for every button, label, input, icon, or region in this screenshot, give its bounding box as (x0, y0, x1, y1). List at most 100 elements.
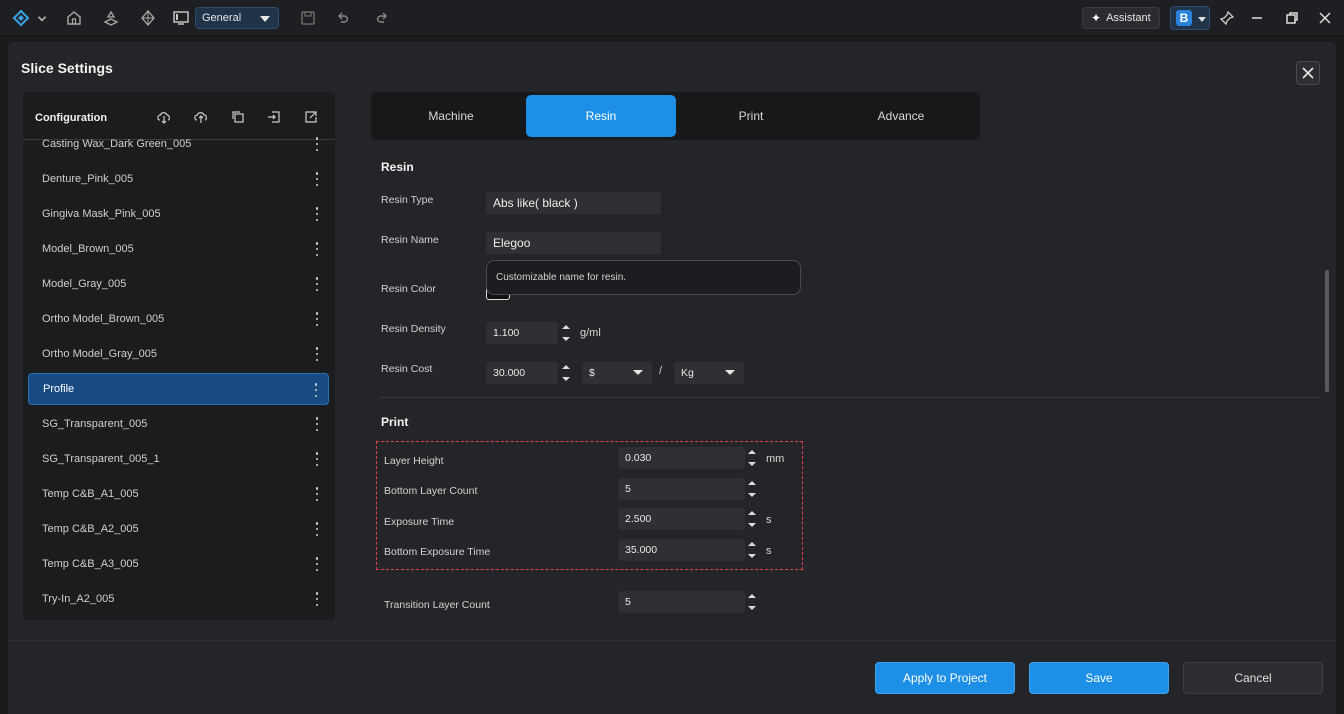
more-options-icon[interactable] (315, 242, 319, 256)
list-item-label: Denture_Pink_005 (42, 173, 134, 185)
resin-cost-input[interactable]: 30.000 (486, 362, 558, 384)
list-item[interactable]: Temp C&B_A2_005 (28, 513, 329, 545)
transition-layer-count-stepper[interactable] (745, 591, 759, 613)
currency-select-value: $ (589, 367, 595, 379)
exposure-time-input[interactable]: 2.500 (618, 508, 745, 530)
upload-cloud-icon[interactable] (193, 109, 209, 125)
undo-icon[interactable] (333, 7, 355, 29)
transition-layer-count-input[interactable]: 5 (618, 591, 745, 613)
assistant-button[interactable]: ✦ Assistant (1082, 7, 1160, 29)
bottom-layer-count-stepper[interactable] (745, 478, 759, 500)
bottom-layer-count-label: Bottom Layer Count (384, 485, 478, 497)
list-item[interactable]: Gingiva Mask_Pink_005 (28, 198, 329, 230)
chevron-down-icon (1198, 17, 1206, 22)
more-options-icon[interactable] (315, 452, 319, 466)
list-item-label: SG_Transparent_005_1 (42, 453, 160, 465)
support-icon[interactable] (137, 7, 159, 29)
app-menu-chevron-down-icon[interactable] (36, 7, 48, 29)
list-item[interactable]: SG_Transparent_005 (28, 408, 329, 440)
more-options-icon[interactable] (315, 277, 319, 291)
list-item[interactable]: SG_Transparent_005_1 (28, 443, 329, 475)
cancel-button[interactable]: Cancel (1183, 662, 1323, 694)
resin-cost-label: Resin Cost (381, 363, 433, 375)
currency-select[interactable]: $ (582, 362, 652, 384)
bottom-layer-count-input[interactable]: 5 (618, 478, 745, 500)
more-options-icon[interactable] (315, 137, 319, 151)
export-icon[interactable] (303, 109, 319, 125)
apply-to-project-button[interactable]: Apply to Project (875, 662, 1015, 694)
layer-height-input[interactable]: 0.030 (618, 447, 745, 469)
prepare-icon[interactable] (100, 7, 122, 29)
list-item[interactable]: Ortho Model_Brown_005 (28, 303, 329, 335)
configuration-title: Configuration (35, 112, 108, 124)
weight-unit-select[interactable]: Kg (674, 362, 744, 384)
list-item[interactable]: Ortho Model_Gray_005 (28, 338, 329, 370)
more-options-icon[interactable] (315, 487, 319, 501)
workspace-select[interactable]: General (195, 7, 279, 29)
list-item-label: Model_Gray_005 (42, 278, 127, 290)
exposure-time-stepper[interactable] (745, 508, 759, 530)
resin-cost-stepper[interactable] (559, 362, 573, 384)
resin-color-label: Resin Color (381, 283, 436, 295)
slice-settings-dialog: Slice Settings Configuration Casting Wax… (8, 42, 1336, 714)
bottom-exposure-time-input[interactable]: 35.000 (618, 539, 745, 561)
print-section-title: Print (381, 415, 409, 429)
list-item-label: Casting Wax_Dark Green_005 (42, 138, 192, 150)
more-options-icon[interactable] (315, 592, 319, 606)
settings-tabs: Machine Resin Print Advance (371, 92, 980, 140)
save-file-icon[interactable] (297, 7, 319, 29)
copy-icon[interactable] (230, 109, 246, 125)
more-options-icon[interactable] (315, 172, 319, 186)
home-icon[interactable] (63, 7, 85, 29)
footer-divider (8, 640, 1336, 641)
resin-density-unit: g/ml (580, 327, 601, 339)
resin-type-field[interactable]: Abs like( black ) (486, 192, 661, 214)
list-item[interactable]: Try-In_A2_005 (28, 583, 329, 615)
more-options-icon[interactable] (315, 417, 319, 431)
list-item-label: Ortho Model_Gray_005 (42, 348, 157, 360)
list-item-label: Temp C&B_A3_005 (42, 558, 139, 570)
list-item[interactable]: Temp C&B_A1_005 (28, 478, 329, 510)
list-item[interactable]: Model_Brown_005 (28, 233, 329, 265)
tab-advance[interactable]: Advance (826, 95, 976, 137)
list-item[interactable]: Model_Gray_005 (28, 268, 329, 300)
monitor-icon[interactable] (170, 7, 192, 29)
download-cloud-icon[interactable] (156, 109, 172, 125)
app-logo-icon[interactable] (10, 7, 32, 29)
cost-separator: / (659, 365, 663, 377)
profile-list: Casting Wax_Dark Green_005 Denture_Pink_… (23, 137, 335, 620)
list-item[interactable]: Temp C&B_A3_005 (28, 548, 329, 580)
more-options-icon[interactable] (315, 522, 319, 536)
more-options-icon[interactable] (315, 207, 319, 221)
more-options-icon[interactable] (315, 312, 319, 326)
settings-scrollbar[interactable] (1325, 270, 1329, 392)
list-item-selected[interactable]: Profile (28, 373, 329, 405)
resin-density-input[interactable]: 1.100 (486, 322, 558, 344)
bottom-exposure-time-label: Bottom Exposure Time (384, 546, 491, 558)
minimize-icon[interactable] (1246, 7, 1268, 29)
more-options-icon[interactable] (315, 347, 319, 361)
section-divider (380, 397, 1320, 398)
restore-icon[interactable] (1281, 7, 1303, 29)
tab-machine[interactable]: Machine (376, 95, 526, 137)
more-options-icon[interactable] (314, 383, 318, 397)
list-item[interactable]: Denture_Pink_005 (28, 163, 329, 195)
tab-resin[interactable]: Resin (526, 95, 676, 137)
layer-height-stepper[interactable] (745, 447, 759, 469)
list-item[interactable]: Casting Wax_Dark Green_005 (28, 128, 329, 160)
resin-density-stepper[interactable] (559, 322, 573, 344)
resin-name-input[interactable]: Elegoo (486, 232, 661, 254)
layer-height-unit: mm (766, 453, 785, 465)
close-window-icon[interactable] (1314, 7, 1336, 29)
account-button[interactable]: B (1170, 6, 1210, 30)
redo-icon[interactable] (370, 7, 392, 29)
save-button[interactable]: Save (1029, 662, 1169, 694)
import-icon[interactable] (266, 109, 282, 125)
more-options-icon[interactable] (315, 557, 319, 571)
resin-name-tooltip: Customizable name for resin. (486, 260, 801, 295)
chevron-down-icon (633, 370, 643, 375)
dialog-close-button[interactable] (1296, 61, 1320, 85)
tab-print[interactable]: Print (676, 95, 826, 137)
pin-icon[interactable] (1216, 7, 1238, 29)
bottom-exposure-time-stepper[interactable] (745, 539, 759, 561)
